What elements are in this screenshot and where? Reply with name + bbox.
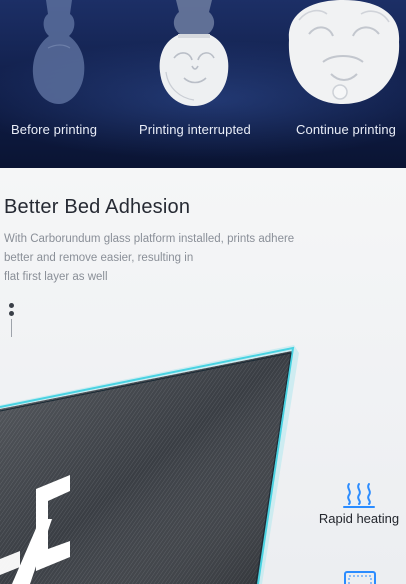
section-title: Better Bed Adhesion bbox=[4, 196, 191, 218]
carborundum-glass-platform-image bbox=[0, 345, 299, 584]
bed-adhesion-section: Better Bed Adhesion With Carborundum gla… bbox=[0, 168, 406, 584]
continue-printing-model-image bbox=[288, 0, 400, 104]
stage-label-continue-printing: Continue printing bbox=[296, 122, 396, 137]
print-resume-banner: Before printing Printing interrupted Con… bbox=[0, 0, 406, 168]
printing-interrupted-model-image bbox=[159, 0, 229, 106]
description-line: flat first layer as well bbox=[4, 271, 108, 283]
stage-label-printing-interrupted: Printing interrupted bbox=[139, 122, 251, 137]
carousel-pagination[interactable] bbox=[8, 303, 14, 337]
section-description: With Carborundum glass platform installe… bbox=[4, 230, 354, 287]
heated-bed-icon bbox=[344, 571, 376, 584]
description-line: better and remove easier, resulting in bbox=[4, 252, 194, 264]
description-line: With Carborundum glass platform installe… bbox=[4, 233, 295, 245]
pagination-indicator-line bbox=[10, 319, 12, 337]
feature-rapid-heating: Rapid heating bbox=[312, 482, 406, 526]
feature-label: Rapid heating bbox=[318, 511, 400, 526]
pagination-dot[interactable] bbox=[8, 311, 14, 316]
stage-label-before-printing: Before printing bbox=[11, 122, 98, 137]
before-printing-model-image bbox=[32, 0, 85, 104]
pagination-dot[interactable] bbox=[8, 303, 14, 308]
heat-waves-icon bbox=[343, 483, 375, 508]
